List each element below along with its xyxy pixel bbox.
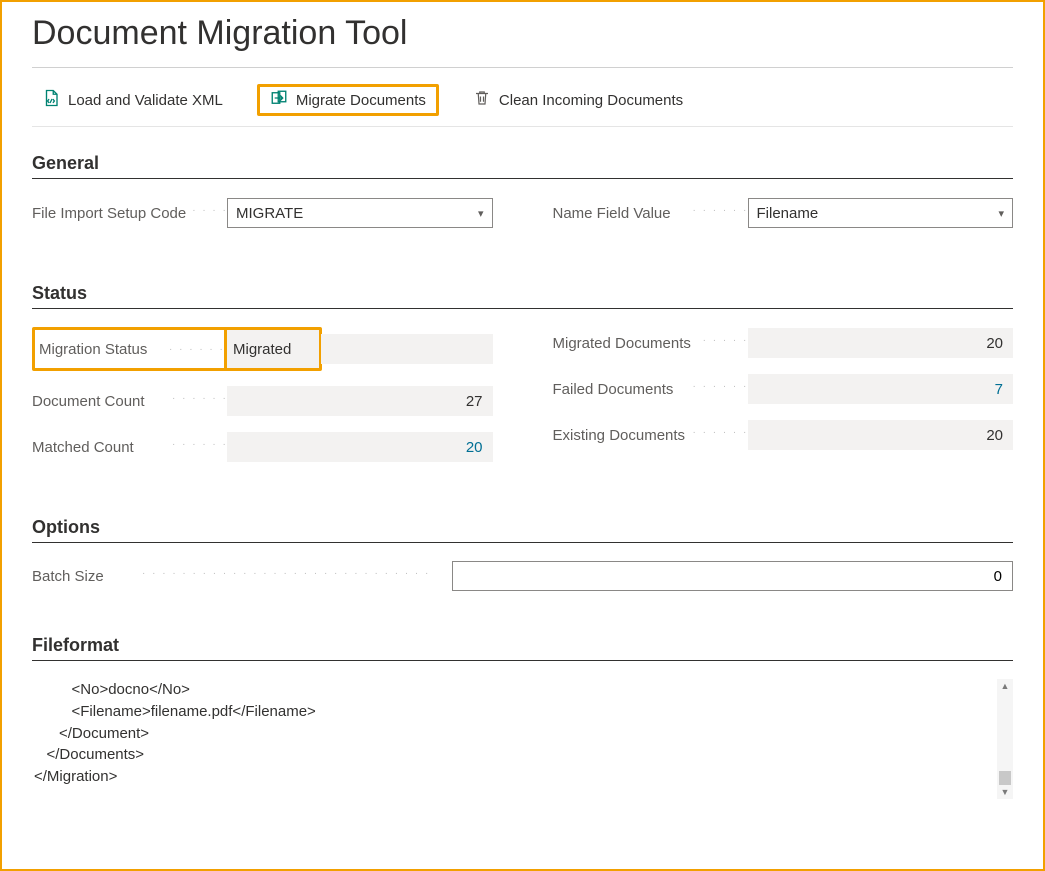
batch-size-input[interactable] (452, 561, 1013, 591)
section-divider (32, 308, 1013, 309)
chevron-down-icon: ▾ (998, 207, 1004, 220)
section-divider (32, 178, 1013, 179)
load-validate-xml-action[interactable]: Load and Validate XML (32, 85, 233, 115)
document-count-value: 27 (227, 386, 493, 416)
trash-icon (473, 89, 491, 111)
dropdown-value: MIGRATE (236, 205, 303, 222)
file-import-setup-code-dropdown[interactable]: MIGRATE ▾ (227, 198, 493, 228)
failed-documents-value[interactable]: 7 (748, 374, 1014, 404)
migration-status-value: Migrated (227, 330, 319, 368)
section-divider (32, 660, 1013, 661)
action-label: Migrate Documents (296, 92, 426, 109)
document-count-label: Document Count (32, 393, 227, 410)
migrated-documents-label: Migrated Documents (553, 335, 748, 352)
scroll-up-icon[interactable]: ▲ (1001, 681, 1010, 691)
file-import-setup-code-label: File Import Setup Code (32, 205, 227, 222)
batch-size-label: Batch Size (32, 568, 452, 585)
action-bar: Load and Validate XML Migrate Documents … (32, 78, 1013, 127)
section-options-heading: Options (32, 517, 1013, 538)
section-fileformat-heading: Fileformat (32, 635, 1013, 656)
matched-count-value[interactable]: 20 (227, 432, 493, 462)
scroll-down-icon[interactable]: ▼ (1001, 787, 1010, 797)
chevron-down-icon: ▾ (478, 207, 484, 220)
file-xml-icon (42, 89, 60, 111)
page-title: Document Migration Tool (32, 14, 1013, 59)
fileformat-content: <No>docno</No> <Filename>filename.pdf</F… (32, 679, 1013, 788)
name-field-value-dropdown[interactable]: Filename ▾ (748, 198, 1014, 228)
existing-documents-value: 20 (748, 420, 1014, 450)
section-general-heading: General (32, 153, 1013, 174)
failed-documents-label: Failed Documents (553, 381, 748, 398)
section-status-heading: Status (32, 283, 1013, 304)
name-field-value-label: Name Field Value (553, 205, 748, 222)
scrollbar[interactable]: ▲ ▼ (997, 679, 1013, 799)
dropdown-value: Filename (757, 205, 819, 222)
title-divider (32, 67, 1013, 68)
matched-count-label: Matched Count (32, 439, 227, 456)
migration-status-label: Migration Status (35, 330, 227, 368)
fileformat-viewer: <No>docno</No> <Filename>filename.pdf</F… (32, 679, 1013, 799)
existing-documents-label: Existing Documents (553, 427, 748, 444)
scroll-thumb[interactable] (999, 771, 1011, 785)
action-label: Clean Incoming Documents (499, 92, 683, 109)
migrate-documents-action[interactable]: Migrate Documents (257, 84, 439, 116)
section-divider (32, 542, 1013, 543)
migrate-icon (270, 89, 288, 111)
clean-incoming-documents-action[interactable]: Clean Incoming Documents (463, 85, 693, 115)
migration-status-highlight: Migration Status Migrated (32, 327, 322, 371)
action-label: Load and Validate XML (68, 92, 223, 109)
migration-status-value-extend (321, 334, 493, 364)
migrated-documents-value: 20 (748, 328, 1014, 358)
